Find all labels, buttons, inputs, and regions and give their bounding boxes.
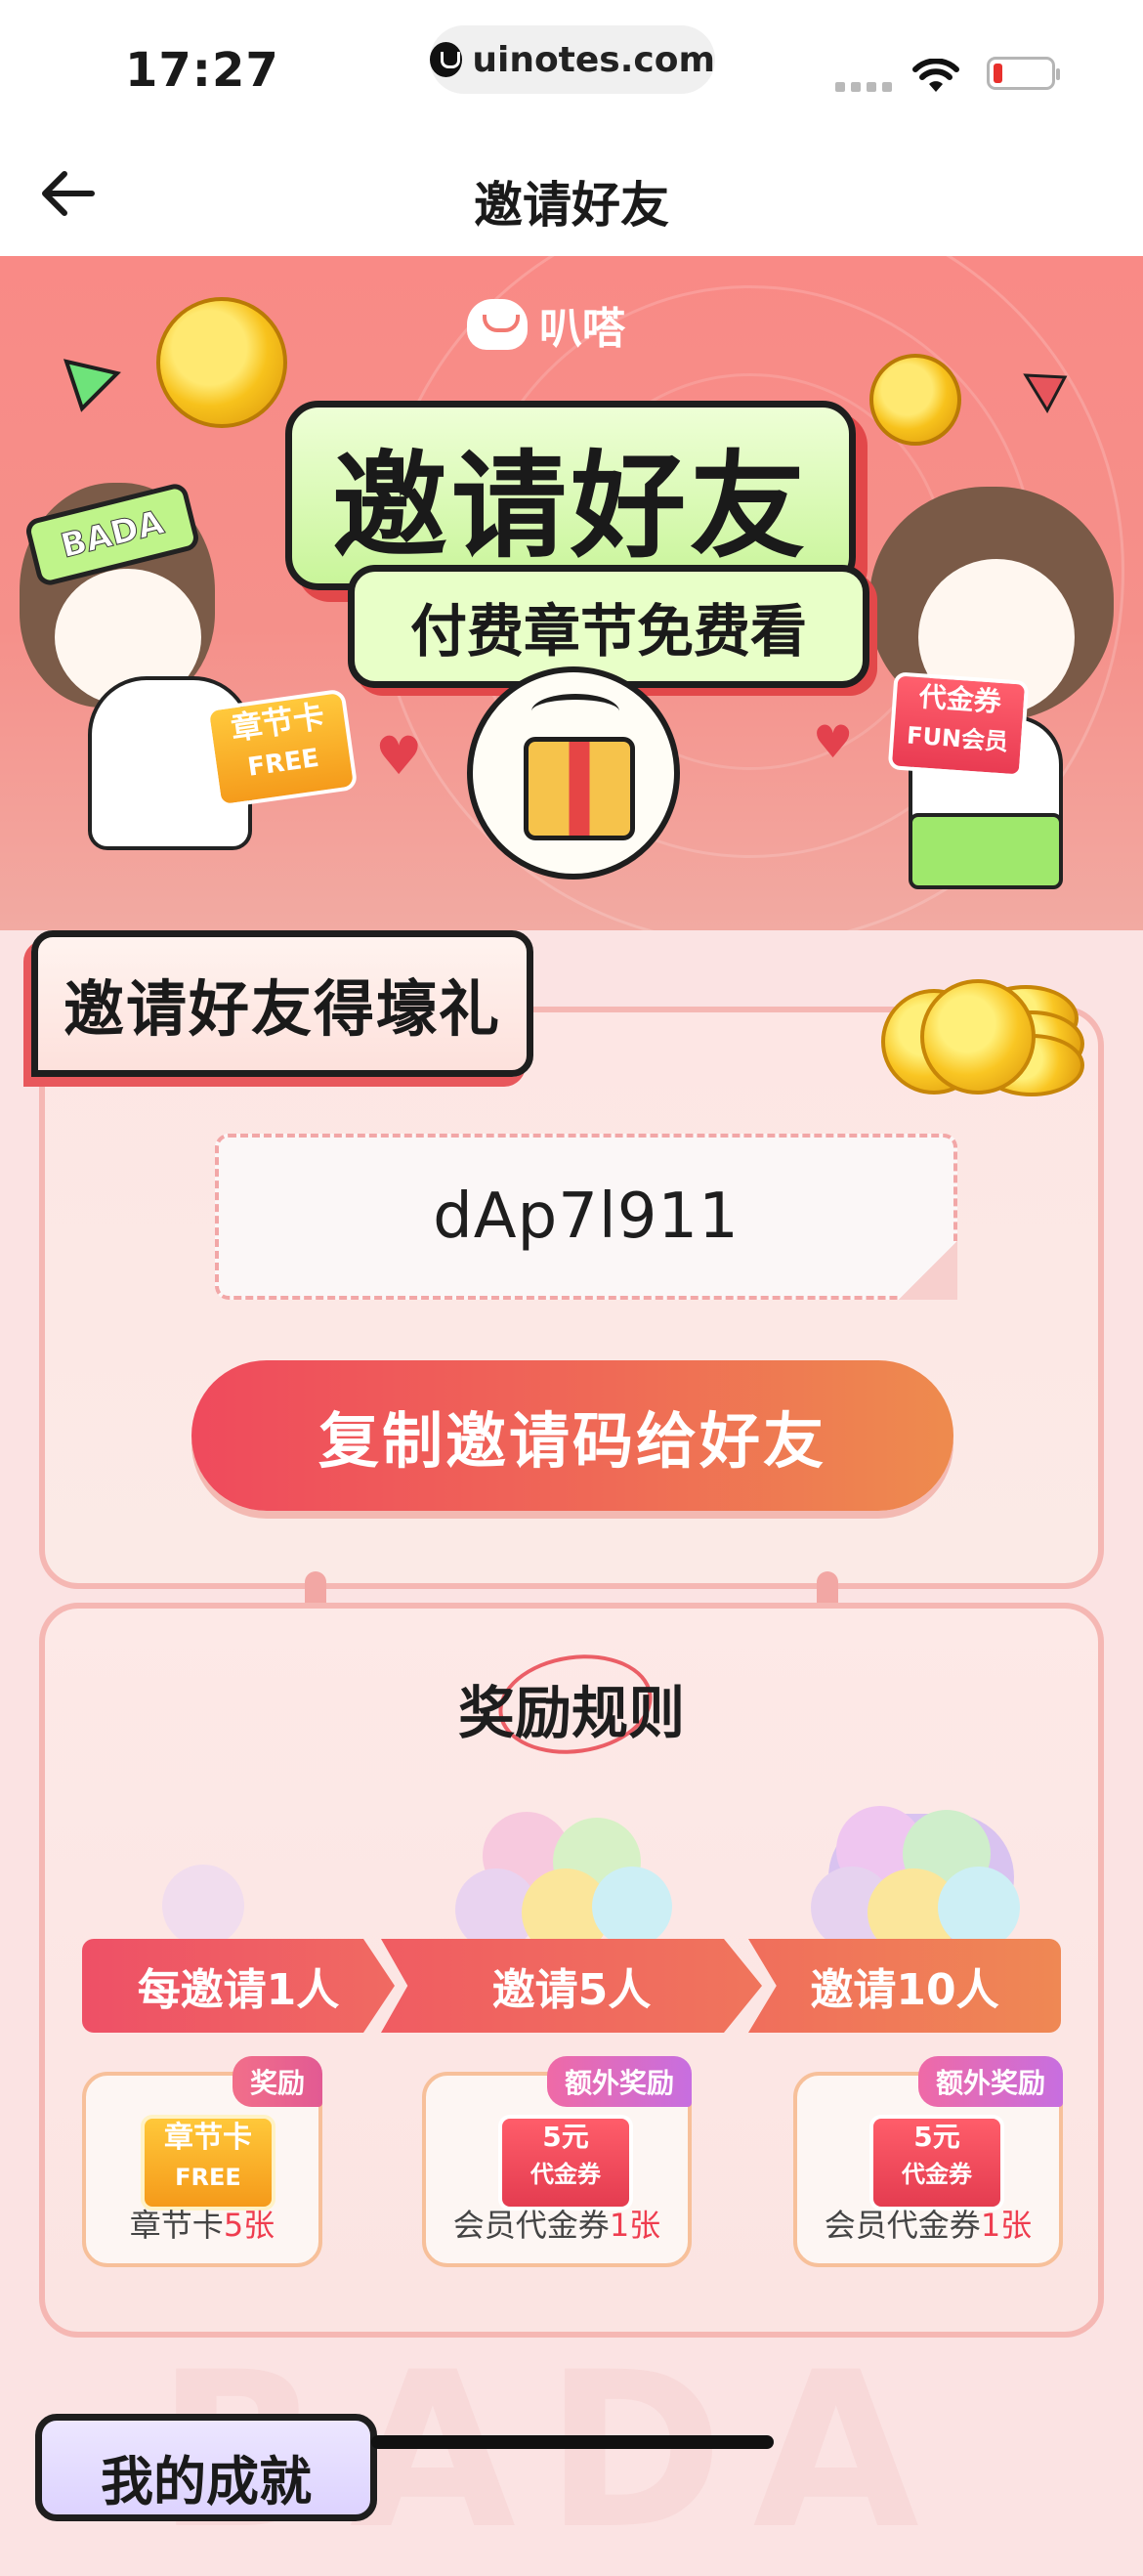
reward-text: 会员代金券1张 bbox=[797, 2201, 1059, 2246]
step-invite-5: 邀请5人 bbox=[381, 1939, 762, 2033]
wifi-icon bbox=[912, 59, 959, 92]
gift-icon bbox=[524, 737, 635, 840]
voucher-tag-sub: FUN会员 bbox=[906, 721, 1009, 756]
logo-text: 叭嗒 bbox=[539, 304, 625, 354]
lock-icon bbox=[430, 42, 463, 77]
coin-icon bbox=[156, 297, 287, 428]
voucher-icon-sub: 代金券 bbox=[530, 2161, 601, 2188]
face-icon bbox=[938, 1867, 1020, 1949]
heart-icon: ♥ bbox=[813, 715, 854, 768]
reward-text: 章节卡5张 bbox=[86, 2201, 318, 2246]
banner-headline: 邀请好友 bbox=[331, 438, 809, 574]
logo-icon bbox=[467, 299, 528, 350]
heart-icon: ♥ bbox=[375, 725, 423, 787]
achievements-section-title: 我的成就 bbox=[101, 2451, 312, 2512]
voucher-icon-title: 5元 bbox=[913, 2121, 960, 2153]
reward-count: 1张 bbox=[980, 2207, 1033, 2244]
paper-fold-corner bbox=[899, 1241, 957, 1300]
chapter-card-icon: 章节卡 FREE bbox=[141, 2115, 275, 2211]
reward-text: 会员代金券1张 bbox=[426, 2201, 688, 2246]
reward-badge: 额外奖励 bbox=[546, 2056, 692, 2107]
reward-count: 1张 bbox=[609, 2207, 661, 2244]
url-text: uinotes.com bbox=[472, 39, 715, 80]
reward-name: 会员代金券 bbox=[452, 2207, 610, 2244]
reward-chapter-card: 奖励 章节卡 FREE 章节卡5张 bbox=[82, 2056, 322, 2267]
step-invite-1: 每邀请1人 bbox=[82, 1939, 395, 2033]
achievements-section-tab: 我的成就 bbox=[35, 2414, 377, 2521]
url-pill[interactable]: uinotes.com bbox=[430, 25, 715, 94]
character-right-skirt bbox=[909, 813, 1063, 889]
invite-code-box[interactable]: dAp7l911 bbox=[215, 1134, 957, 1300]
status-bar: 17:27 uinotes.com bbox=[0, 0, 1143, 127]
battery-icon bbox=[987, 57, 1060, 90]
voucher-icon: 5元 代金券 bbox=[498, 2115, 633, 2211]
voucher-tag: 代金券 FUN会员 bbox=[887, 671, 1030, 779]
step-invite-10: 邀请10人 bbox=[748, 1939, 1061, 2033]
chapter-card-tag: 章节卡 FREE bbox=[204, 688, 359, 809]
reward-badge: 奖励 bbox=[232, 2056, 322, 2107]
invite-section-title: 邀请好友得壕礼 bbox=[63, 973, 501, 1045]
rules-title: 奖励规则 bbox=[457, 1680, 685, 1746]
reward-member-voucher: 额外奖励 5元 代金券 会员代金券1张 bbox=[422, 2056, 692, 2267]
chapter-card-icon-title: 章节卡 bbox=[164, 2121, 252, 2155]
app-logo: 叭嗒 bbox=[467, 293, 625, 356]
reward-count: 5张 bbox=[223, 2207, 275, 2244]
voucher-icon: 5元 代金券 bbox=[869, 2115, 1004, 2211]
face-icon bbox=[592, 1867, 672, 1947]
mascot-with-gift bbox=[467, 666, 680, 880]
status-time: 17:27 bbox=[125, 43, 279, 98]
banner-subheadline: 付费章节免费看 bbox=[409, 598, 807, 665]
voucher-icon-title: 5元 bbox=[542, 2121, 589, 2153]
home-indicator[interactable] bbox=[371, 2435, 774, 2449]
copy-invite-code-button[interactable]: 复制邀请码给好友 bbox=[191, 1360, 953, 1511]
face-icon bbox=[162, 1865, 244, 1947]
voucher-icon-sub: 代金券 bbox=[902, 2161, 972, 2188]
reward-name: 章节卡 bbox=[129, 2207, 224, 2244]
coins-stack-icon bbox=[881, 966, 1096, 1096]
reward-member-voucher: 额外奖励 5元 代金券 会员代金券1张 bbox=[793, 2056, 1063, 2267]
chapter-card-icon-sub: FREE bbox=[175, 2164, 241, 2191]
reward-badge: 额外奖励 bbox=[917, 2056, 1063, 2107]
banner-headline-board: 邀请好友 bbox=[285, 401, 856, 590]
invite-code[interactable]: dAp7l911 bbox=[433, 1181, 740, 1253]
coin-icon bbox=[869, 354, 961, 446]
reward-name: 会员代金券 bbox=[824, 2207, 981, 2244]
hero-banner: 叭嗒 ♥ ♥ BADA 章节卡 FREE 代金券 FUN会员 邀请好友 付费章节… bbox=[0, 256, 1143, 930]
cellular-signal-icon bbox=[835, 82, 892, 92]
triangle-icon bbox=[63, 359, 121, 412]
banner-subheadline-board: 付费章节免费看 bbox=[348, 565, 869, 688]
invite-section-tab: 邀请好友得壕礼 bbox=[31, 930, 533, 1077]
nav-bar: 邀请好友 bbox=[0, 127, 1143, 256]
triangle-icon bbox=[1023, 373, 1068, 414]
page-title: 邀请好友 bbox=[474, 177, 669, 234]
mascot-eyes bbox=[531, 694, 619, 729]
